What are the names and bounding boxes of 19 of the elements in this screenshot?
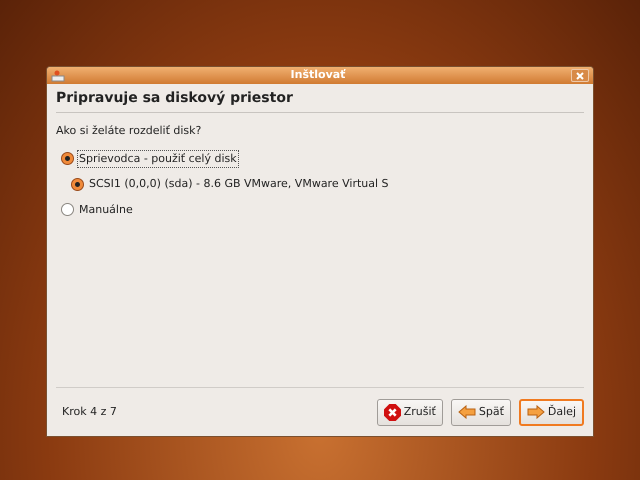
window-title: Inštlovať <box>290 67 347 84</box>
option-label[interactable]: Manuálne <box>77 200 135 219</box>
option-label[interactable]: SCSI1 (0,0,0) (sda) - 8.6 GB VMware, VMware Virtual S <box>87 175 391 194</box>
dialog-button[interactable]: Ďalej <box>518 398 584 426</box>
radio-button[interactable] <box>61 152 74 166</box>
dialog-button[interactable]: Zrušiť <box>376 398 443 426</box>
left-arrow-icon <box>458 405 476 419</box>
step-label: Krok 4 z 7 <box>61 404 118 420</box>
question-text: Ako si želáte rozdeliť disk? <box>56 123 202 139</box>
option-label[interactable]: Sprievodca - použiť celý disk <box>77 150 239 168</box>
close-button[interactable] <box>571 69 589 82</box>
radio-button[interactable] <box>71 178 84 191</box>
radio-button[interactable] <box>61 203 74 216</box>
dialog-button[interactable]: Späť <box>450 398 511 426</box>
page-heading: Pripravuje sa diskový priestor <box>56 89 294 108</box>
cancel-icon <box>384 404 401 420</box>
installer-icon <box>51 70 65 82</box>
right-arrow-icon <box>526 405 545 419</box>
close-icon <box>576 72 584 80</box>
